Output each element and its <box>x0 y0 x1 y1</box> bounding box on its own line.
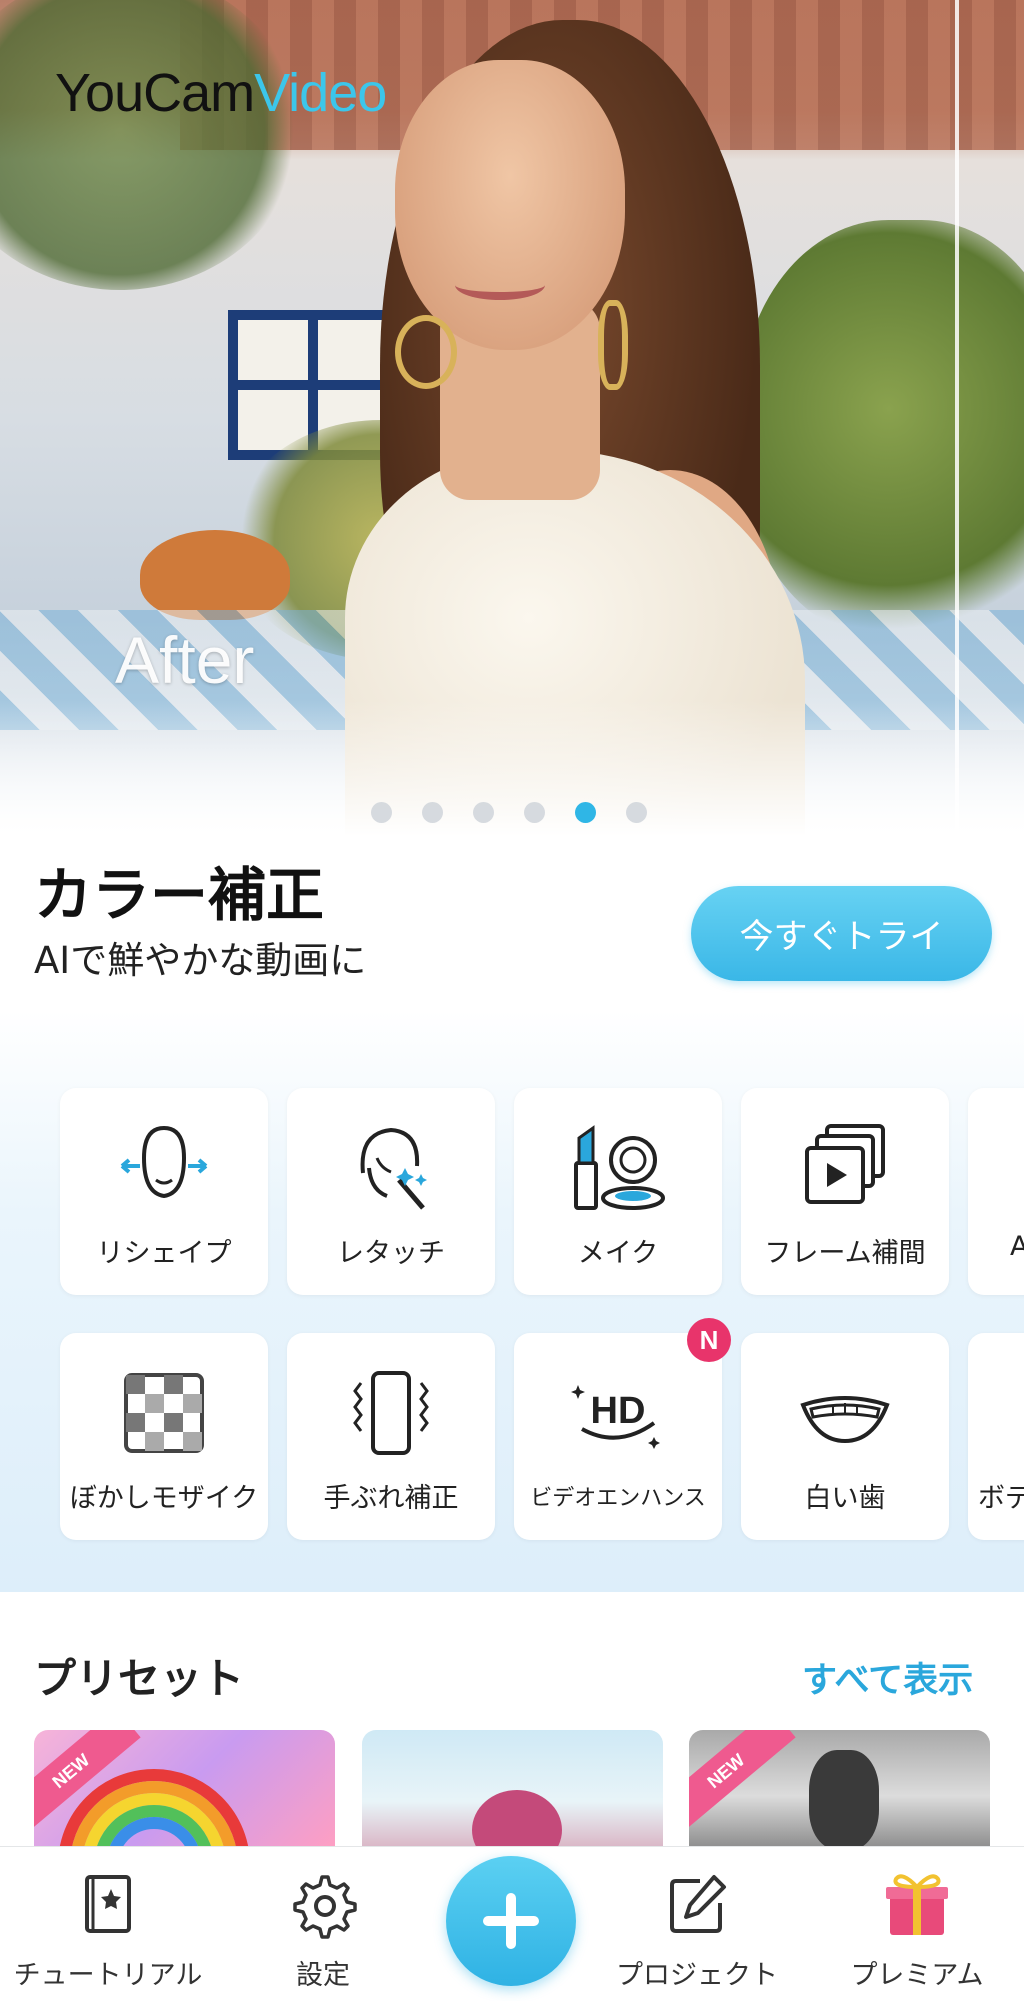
svg-text:HD: HD <box>591 1390 646 1432</box>
tool-label: ボデ <box>978 1483 1024 1514</box>
nav-label: プレミアム <box>850 1960 984 1991</box>
tool-label: メイク <box>577 1238 659 1269</box>
tool-blur-mosaic[interactable]: ぼかしモザイク <box>60 1333 268 1540</box>
carousel-dot[interactable] <box>371 802 392 823</box>
tool-retouch[interactable]: レタッチ <box>287 1088 495 1295</box>
tool-label: リシェイプ <box>96 1238 232 1269</box>
tool-frame-interpolation[interactable]: フレーム補間 <box>741 1088 949 1295</box>
tool-label: ぼかしモザイク <box>69 1483 259 1514</box>
nav-tutorial[interactable]: チュートリアル <box>8 1847 208 2001</box>
teeth-smile-icon <box>800 1396 890 1444</box>
tool-partial[interactable]: ボデ <box>968 1333 1024 1540</box>
tool-partial[interactable]: A <box>968 1088 1024 1295</box>
hero-photo-face <box>395 60 625 350</box>
tools-grid: リシェイプ レタッチ メイク フレーム補間 A ぼかしモザイク 手ぶれ補正 HD… <box>0 1010 1024 1592</box>
preset-card[interactable]: NEW <box>34 1730 335 1850</box>
hero-banner[interactable]: YouCamVideo After <box>0 0 1024 855</box>
tool-video-enhance[interactable]: HD ビデオエンハンス <box>514 1333 722 1540</box>
lipstick-compact-icon <box>574 1125 665 1210</box>
nav-label: チュートリアル <box>13 1960 203 1991</box>
nav-project[interactable]: プロジェクト <box>597 1847 797 2001</box>
tool-label: ビデオエンハンス <box>530 1486 706 1511</box>
nav-label: 設定 <box>296 1960 350 1991</box>
carousel-dot[interactable] <box>524 802 545 823</box>
feature-subtitle: AIで鮮やかな動画に <box>34 939 367 982</box>
edit-icon <box>670 1875 726 1933</box>
preset-card[interactable]: NEW <box>689 1730 990 1850</box>
carousel-dot-active[interactable] <box>575 802 596 823</box>
preset-thumbnail-figure <box>809 1750 879 1850</box>
nav-settings[interactable]: 設定 <box>223 1847 423 2001</box>
earring-left <box>395 315 457 389</box>
tool-label: フレーム補間 <box>764 1238 926 1269</box>
gift-icon <box>886 1874 948 1935</box>
app-logo: YouCamVideo <box>55 62 387 124</box>
hd-enhance-icon: HD <box>571 1385 660 1449</box>
logo-text-youcam: YouCam <box>55 63 255 123</box>
carousel-dot[interactable] <box>626 802 647 823</box>
preset-thumbnail-figure <box>472 1790 562 1850</box>
tool-label: 手ぶれ補正 <box>323 1483 459 1514</box>
see-all-link[interactable]: すべて表示 <box>802 1652 973 1703</box>
preset-card[interactable] <box>362 1730 663 1850</box>
new-ribbon: NEW <box>689 1730 796 1834</box>
tool-label: A <box>1010 1231 1024 1262</box>
new-badge: N <box>687 1318 731 1362</box>
tool-label: レタッチ <box>337 1238 445 1269</box>
book-star-icon <box>85 1875 131 1933</box>
frame-stack-play-icon <box>805 1124 885 1204</box>
tool-stabilize[interactable]: 手ぶれ補正 <box>287 1333 495 1540</box>
hero-photo-pot <box>140 530 290 620</box>
carousel-dot[interactable] <box>473 802 494 823</box>
try-now-button[interactable]: 今すぐトライ <box>691 886 992 981</box>
face-reshape-icon <box>120 1125 208 1199</box>
earring-right <box>598 300 628 390</box>
plus-icon <box>506 1893 516 1949</box>
nav-label: プロジェクト <box>616 1960 778 1991</box>
nav-premium[interactable]: プレミアム <box>817 1847 1017 2001</box>
presets-title: プリセット <box>34 1654 245 1703</box>
hero-photo-smile <box>455 270 545 300</box>
hero-fade <box>0 700 1024 855</box>
logo-text-video: Video <box>254 63 387 123</box>
carousel-dot[interactable] <box>422 802 443 823</box>
hero-photo-foliage <box>0 0 300 290</box>
tool-white-teeth[interactable]: 白い歯 <box>741 1333 949 1540</box>
tool-label: 白い歯 <box>804 1483 886 1514</box>
gear-icon <box>293 1875 357 1939</box>
carousel-indicator <box>371 802 647 823</box>
phone-stabilize-icon <box>353 1371 429 1455</box>
add-button[interactable] <box>446 1856 576 1986</box>
feature-title: カラー補正 <box>34 861 325 929</box>
retouch-wand-icon <box>360 1127 427 1210</box>
hero-photo-foliage <box>740 220 1024 640</box>
mosaic-checker-icon <box>124 1373 204 1453</box>
tool-makeup[interactable]: メイク <box>514 1088 722 1295</box>
tool-reshape[interactable]: リシェイプ <box>60 1088 268 1295</box>
after-label: After <box>115 623 255 697</box>
